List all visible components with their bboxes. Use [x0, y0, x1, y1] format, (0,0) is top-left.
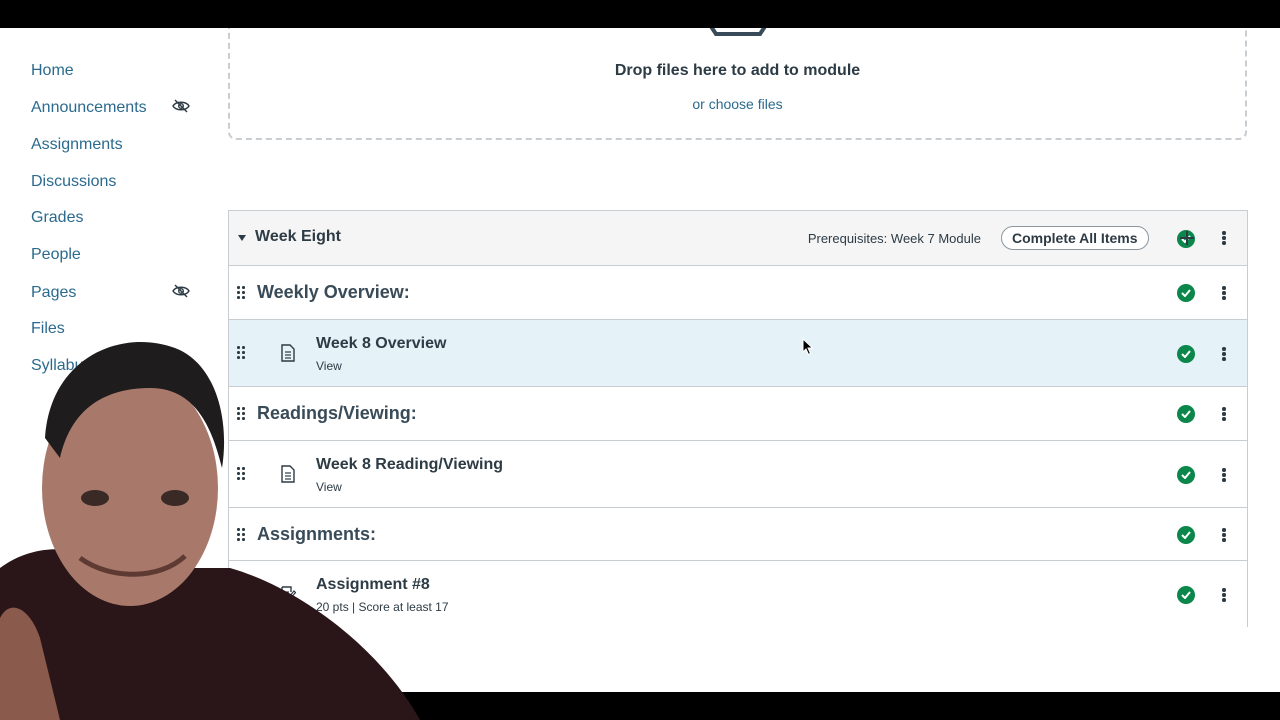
requirement-pill: Complete All Items — [1001, 226, 1149, 250]
module-prerequisites: Prerequisites: Week 7 Module — [807, 231, 981, 246]
nav-people[interactable]: People — [31, 244, 81, 266]
drop-zone-title: Drop files here to add to module — [614, 62, 861, 79]
item-options-kebab-icon[interactable] — [1222, 588, 1226, 602]
nav-announcements[interactable]: Announcements — [31, 97, 147, 119]
eye-slash-icon — [172, 99, 190, 113]
file-drop-zone[interactable]: Drop files here to add to module or choo… — [228, 28, 1247, 140]
webcam-presenter-overlay — [0, 342, 420, 720]
choose-files-link[interactable]: or choose files — [230, 96, 1245, 112]
complete-check-icon — [1177, 284, 1195, 302]
item-options-kebab-icon[interactable] — [1222, 347, 1226, 361]
module-options-kebab-icon[interactable] — [1222, 231, 1226, 245]
complete-check-icon — [1177, 466, 1195, 484]
complete-check-icon — [1177, 345, 1195, 363]
nav-pages[interactable]: Pages — [31, 282, 76, 304]
item-options-kebab-icon[interactable] — [1222, 286, 1226, 300]
item-options-kebab-icon[interactable] — [1222, 528, 1226, 542]
nav-grades[interactable]: Grades — [31, 207, 83, 229]
add-item-icon[interactable] — [1179, 230, 1195, 246]
eye-slash-icon — [172, 284, 190, 298]
upload-illustration-icon — [709, 28, 767, 36]
nav-discussions[interactable]: Discussions — [31, 171, 116, 193]
complete-check-icon — [1177, 526, 1195, 544]
item-options-kebab-icon[interactable] — [1222, 468, 1226, 482]
mouse-cursor-icon — [802, 338, 814, 356]
module-title: Week Eight — [255, 228, 341, 245]
item-options-kebab-icon[interactable] — [1222, 407, 1226, 421]
subheader-title: Weekly Overview: — [257, 282, 410, 302]
module-item-subheader[interactable]: Weekly Overview: — [229, 266, 1247, 320]
collapse-caret-icon[interactable] — [238, 235, 246, 241]
complete-check-icon — [1177, 405, 1195, 423]
drag-handle-icon[interactable] — [237, 286, 245, 300]
complete-check-icon — [1177, 586, 1195, 604]
nav-assignments[interactable]: Assignments — [31, 134, 123, 156]
module-header[interactable]: Week Eight Prerequisites: Week 7 Module … — [229, 211, 1247, 266]
nav-home[interactable]: Home — [31, 60, 74, 82]
